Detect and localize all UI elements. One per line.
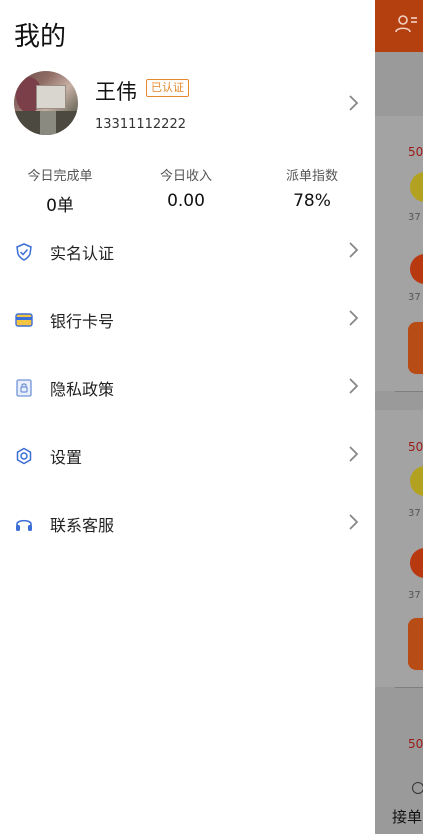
chevron-right-icon [345,240,361,260]
menu-item-label: 设置 [50,448,83,467]
lock-document-icon [14,378,34,398]
avatar-building-shape [36,85,66,109]
page-title: 我的 [14,22,67,52]
menu-item-settings[interactable]: 设置 [0,422,375,490]
tab-accept-orders[interactable]: 接单 [392,806,422,827]
stat-label-dispatch-index: 派单指数 [285,169,338,184]
avatar[interactable] [14,71,78,135]
chevron-right-icon [345,512,361,532]
stat-value-completed: 0单 [46,196,74,216]
background-distance: 37 [408,212,421,223]
menu-item-label: 联系客服 [50,516,115,535]
background-action-button[interactable] [408,322,423,374]
chevron-right-icon [345,444,361,464]
chevron-right-icon [345,308,361,328]
shield-check-icon [14,242,34,262]
stat-value-income: 0.00 [167,191,205,211]
chevron-right-icon[interactable] [345,93,361,113]
user-list-icon[interactable] [394,12,418,36]
verified-badge: 已认证 [146,79,189,97]
background-order-number: 50 [408,145,423,159]
user-name: 王伟 [95,80,137,104]
background-distance: 37 [408,292,421,303]
menu-item-label: 隐私政策 [50,380,115,399]
side-drawer: 我的 王伟 已认证 13311112222 今日完成单 0单 今日收入 0.00… [0,0,375,834]
headphones-icon [14,514,34,534]
background-distance: 37 [408,508,421,519]
stat-label-completed: 今日完成单 [27,169,93,184]
stat-label-income: 今日收入 [159,169,212,184]
menu-item-bank-card[interactable]: 银行卡号 [0,286,375,354]
menu-item-real-name-verification[interactable]: 实名认证 [0,218,375,286]
menu-item-label: 银行卡号 [50,312,115,331]
user-phone: 13311112222 [95,117,186,132]
stat-value-dispatch-index: 78% [293,191,331,211]
background-distance: 37 [408,590,421,601]
background-divider [395,687,423,688]
chevron-right-icon [345,376,361,396]
background-order-number: 50 [408,737,423,751]
order-tab-icon[interactable] [412,782,423,794]
menu-item-label: 实名认证 [50,244,115,263]
background-order-number: 50 [408,440,423,454]
background-divider [395,391,423,392]
background-action-button[interactable] [408,618,423,670]
menu-item-privacy-policy[interactable]: 隐私政策 [0,354,375,422]
bank-card-icon [14,310,34,330]
avatar-road-shape [40,111,56,135]
gear-icon [14,446,34,466]
menu-item-contact-support[interactable]: 联系客服 [0,490,375,558]
